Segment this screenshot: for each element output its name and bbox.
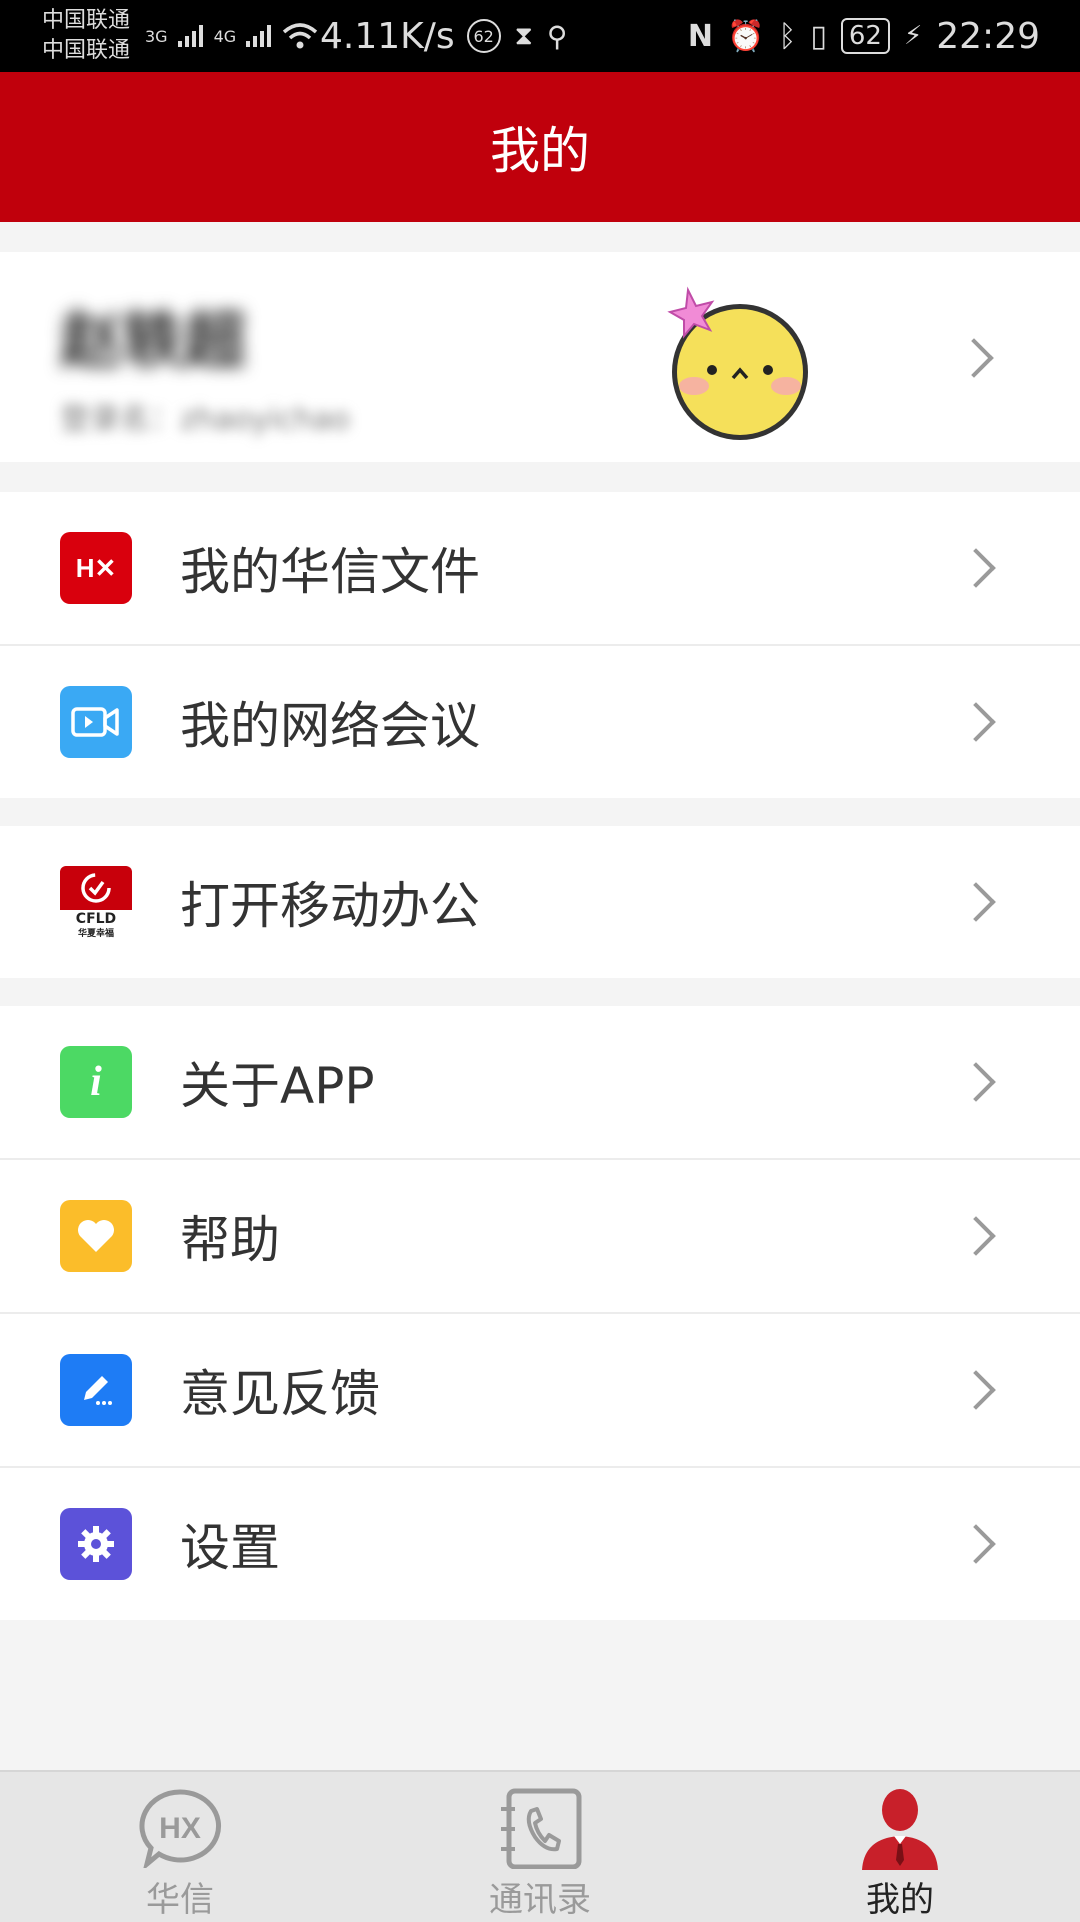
carrier-labels: 中国联通 中国联通 (42, 6, 130, 66)
info-icon: i (60, 1046, 132, 1118)
menu-item-about[interactable]: i 关于APP (0, 1006, 1080, 1160)
net-type-1: 3G (145, 26, 168, 46)
menu-group-app: i 关于APP 帮助 意见反馈 设置 (0, 1006, 1080, 1620)
menu-item-label: 我的华信文件 (180, 543, 480, 601)
tab-label: 我的 (866, 1880, 934, 1920)
chevron-right-icon (956, 1062, 996, 1102)
carrier-1: 中国联通 (42, 8, 131, 33)
tab-label: 华信 (146, 1880, 214, 1920)
contacts-icon (494, 1784, 586, 1872)
avatar (667, 286, 808, 440)
menu-item-label: 关于APP (180, 1057, 375, 1115)
menu-item-help[interactable]: 帮助 (0, 1160, 1080, 1314)
edit-icon (60, 1354, 132, 1426)
hx-chat-icon: HX (134, 1784, 226, 1872)
hourglass-icon: ⧗ (514, 20, 533, 51)
carrier-2: 中国联通 (42, 38, 131, 63)
cfld-logo-subtext: 华夏幸福 (77, 929, 114, 938)
menu-item-label: 设置 (180, 1519, 280, 1577)
status-icons-right: N ⏰ ᛒ ▯ 62 ⚡ 22:29 (688, 0, 1040, 72)
menu-item-label: 打开移动办公 (180, 877, 480, 935)
menu-item-hx-files[interactable]: H✕ 我的华信文件 (0, 492, 1080, 646)
battery-icon: 62 (840, 18, 890, 54)
nfc-icon: N (687, 18, 714, 54)
hx-file-icon: H✕ (60, 532, 132, 604)
menu-item-meetings[interactable]: 我的网络会议 (0, 646, 1080, 798)
cfld-logo-text: CFLD (75, 911, 117, 927)
menu-item-label: 意见反馈 (180, 1365, 380, 1423)
alarm-icon: ⏰ (727, 18, 765, 54)
chevron-right-icon (956, 1524, 996, 1564)
chevron-right-icon (956, 702, 996, 742)
cfld-office-icon: CFLD 华夏幸福 (60, 866, 132, 938)
status-bar: 中国联通 中国联通 3G 4G 4.11K/s 62 ⧗ ⚲ N ⏰ ᛒ ▯ 6… (0, 0, 1080, 72)
chevron-right-icon (956, 1370, 996, 1410)
tab-huaxin[interactable]: HX 华信 (0, 1772, 360, 1922)
menu-item-label: 我的网络会议 (180, 697, 480, 755)
gear-icon (60, 1508, 132, 1580)
profile-card[interactable]: 赵轶超 登录名：zhaoyichao (0, 252, 1080, 462)
signal-group: 3G 4G (145, 0, 318, 72)
profile-account: 登录名：zhaoyichao (60, 402, 350, 437)
notification-badge: 62 (466, 19, 501, 53)
clock: 22:29 (936, 15, 1040, 57)
person-icon (854, 1784, 946, 1872)
heart-icon (60, 1200, 132, 1272)
usb-icon: ⚲ (546, 19, 568, 53)
wifi-icon (283, 23, 318, 49)
signal-icon (246, 25, 272, 47)
tab-mine[interactable]: 我的 (720, 1772, 1080, 1922)
svg-text:HX: HX (159, 1812, 201, 1845)
battery-level: 62 (848, 21, 882, 51)
chevron-right-icon (956, 1216, 996, 1256)
chevron-right-icon (956, 882, 996, 922)
network-speed-text: 4.11K/s (320, 15, 455, 57)
notification-badge-text: 62 (473, 26, 494, 46)
menu-item-mobile-office[interactable]: CFLD 华夏幸福 打开移动办公 (0, 826, 1080, 978)
tab-contacts[interactable]: 通讯录 (360, 1772, 720, 1922)
bluetooth-icon: ᛒ (778, 18, 797, 54)
profile-name: 赵轶超 (60, 304, 247, 377)
app-header: 我的 (0, 72, 1080, 222)
vibrate-icon: ▯ (810, 18, 827, 54)
signal-icon (177, 25, 203, 47)
menu-group-files: H✕ 我的华信文件 我的网络会议 (0, 492, 1080, 798)
chevron-right-icon (956, 548, 996, 588)
charging-icon: ⚡ (903, 21, 923, 51)
network-speed: 4.11K/s 62 ⧗ ⚲ (320, 0, 567, 72)
menu-item-settings[interactable]: 设置 (0, 1468, 1080, 1620)
video-meeting-icon (60, 686, 132, 758)
bottom-tab-bar: HX 华信 通讯录 我的 (0, 1770, 1080, 1922)
menu-item-label: 帮助 (180, 1211, 280, 1269)
net-type-2: 4G (213, 26, 237, 46)
chevron-right-icon (954, 338, 994, 378)
page-title: 我的 (490, 122, 590, 180)
tab-label: 通讯录 (489, 1880, 591, 1920)
menu-item-feedback[interactable]: 意见反馈 (0, 1314, 1080, 1468)
menu-group-office: CFLD 华夏幸福 打开移动办公 (0, 826, 1080, 978)
